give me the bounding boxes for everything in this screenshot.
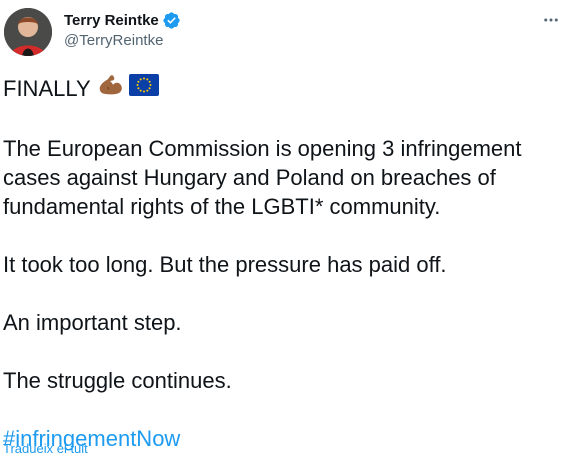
translate-tweet-link[interactable]: Tradueix el tuit	[3, 441, 88, 456]
verified-badge-icon	[162, 11, 181, 30]
tweet-first-line: FINALLY	[3, 72, 563, 105]
tweet-paragraph-4: The struggle continues.	[3, 368, 232, 393]
tweet-paragraph-2: It took too long. But the pressure has p…	[3, 252, 447, 277]
tweet-paragraph-3: An important step.	[3, 310, 182, 335]
handle[interactable]: @TerryReintke	[64, 32, 181, 49]
tweet-text: FINALLY The European Commission is openi…	[3, 72, 563, 453]
tweet-paragraph-1: The European Commission is opening 3 inf…	[3, 136, 522, 219]
tweet-line-finally: FINALLY	[3, 76, 91, 101]
avatar[interactable]	[4, 8, 52, 56]
author-info: Terry Reintke @TerryReintke	[64, 10, 181, 49]
tweet: Terry Reintke @TerryReintke FINALLY The …	[0, 0, 573, 466]
display-name[interactable]: Terry Reintke	[64, 12, 159, 29]
eu-flag-emoji	[128, 74, 159, 103]
more-options-icon[interactable]	[539, 8, 563, 32]
flexed-biceps-emoji	[97, 72, 123, 105]
name-row: Terry Reintke	[64, 10, 181, 30]
